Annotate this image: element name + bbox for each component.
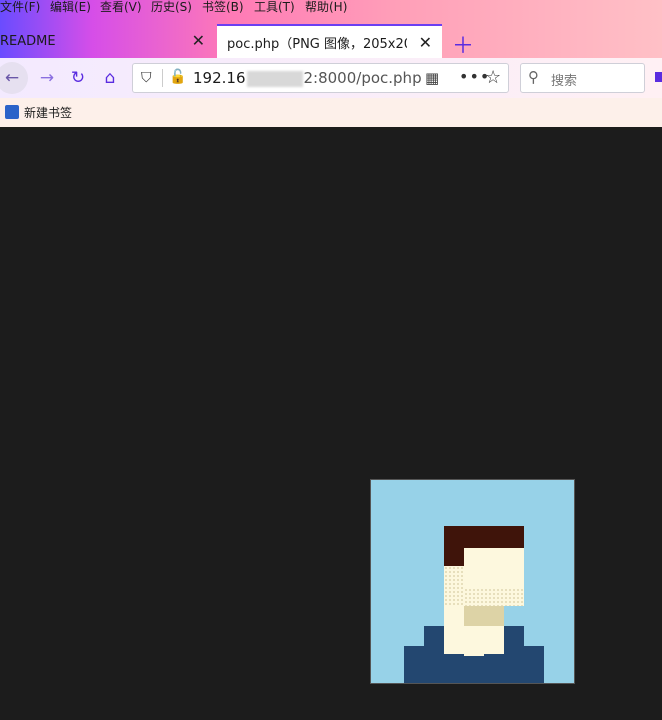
close-icon[interactable]: ✕: [192, 31, 205, 50]
menu-edit[interactable]: 编辑(E): [50, 0, 91, 15]
home-icon[interactable]: ⌂: [96, 64, 124, 92]
reload-icon[interactable]: ↻: [64, 64, 92, 92]
forward-arrow-icon[interactable]: →: [33, 64, 61, 92]
search-icon: ⚲: [528, 68, 539, 86]
toolbar-extension-icon[interactable]: [655, 72, 662, 82]
bookmarks-toolbar: 新建书签: [0, 98, 662, 128]
avatar-shoulder-left: [424, 626, 444, 646]
browser-chrome: 文件(F) 编辑(E) 查看(V) 历史(S) 书签(B) 工具(T) 帮助(H…: [0, 0, 662, 128]
search-placeholder: 搜索: [551, 74, 578, 89]
url-bar[interactable]: ⛉ 🔓 192.16 2:8000/poc.php ▦ ••• ☆: [132, 63, 509, 93]
avatar-neck: [444, 626, 504, 646]
menu-help[interactable]: 帮助(H): [305, 0, 347, 15]
avatar-beard: [444, 566, 464, 606]
avatar-neck-shadow: [464, 606, 504, 626]
back-arrow-icon[interactable]: ←: [0, 62, 28, 94]
bookmark-star-icon[interactable]: ☆: [485, 67, 501, 88]
navigation-toolbar: ← → ↻ ⌂ ⛉ 🔓 192.16 2:8000/poc.php ▦ ••• ☆…: [0, 58, 662, 98]
tab-strip: README ✕ poc.php（PNG 图像，205x205 像素） ✕: [0, 24, 662, 58]
avatar-hair-side: [444, 548, 464, 566]
tab-readme[interactable]: README ✕: [0, 24, 215, 58]
menu-file[interactable]: 文件(F): [0, 0, 40, 15]
avatar-image[interactable]: [370, 479, 575, 684]
url-suffix: 2:8000/poc.php: [303, 69, 422, 87]
url-text[interactable]: 192.16 2:8000/poc.php: [193, 69, 422, 87]
shield-icon[interactable]: ⛉: [141, 70, 152, 86]
avatar-collar-mid: [464, 646, 484, 656]
insecure-lock-icon[interactable]: 🔓: [169, 69, 186, 85]
qr-code-icon[interactable]: ▦: [425, 69, 439, 87]
menu-view[interactable]: 查看(V): [100, 0, 142, 15]
image-viewer-background: [0, 127, 662, 720]
close-icon[interactable]: ✕: [419, 33, 432, 52]
tab-label: poc.php（PNG 图像，205x205 像素）: [227, 36, 407, 52]
search-box[interactable]: ⚲ 搜索: [520, 63, 645, 93]
redacted-ip-block: [246, 70, 303, 87]
divider: [162, 69, 163, 87]
url-prefix: 192.16: [193, 69, 246, 87]
avatar-face: [464, 548, 524, 588]
menu-bar: 文件(F) 编辑(E) 查看(V) 历史(S) 书签(B) 工具(T) 帮助(H…: [0, 0, 662, 14]
avatar-beard-lower: [464, 588, 524, 606]
menu-tools[interactable]: 工具(T): [254, 0, 295, 15]
avatar-shoulder-right: [504, 626, 524, 646]
avatar-collar-left: [444, 646, 464, 654]
menu-history[interactable]: 历史(S): [151, 0, 192, 15]
tab-label: README: [0, 33, 56, 49]
avatar-chin-left: [444, 606, 464, 626]
new-tab-icon[interactable]: ＋: [452, 28, 474, 60]
menu-bookmarks[interactable]: 书签(B): [202, 0, 244, 15]
bookmark-folder-icon: [5, 105, 19, 119]
avatar-collar-right: [484, 646, 504, 654]
avatar-hair: [444, 526, 524, 548]
bookmark-new[interactable]: 新建书签: [24, 104, 72, 121]
tab-poc-php[interactable]: poc.php（PNG 图像，205x205 像素） ✕: [217, 24, 442, 58]
